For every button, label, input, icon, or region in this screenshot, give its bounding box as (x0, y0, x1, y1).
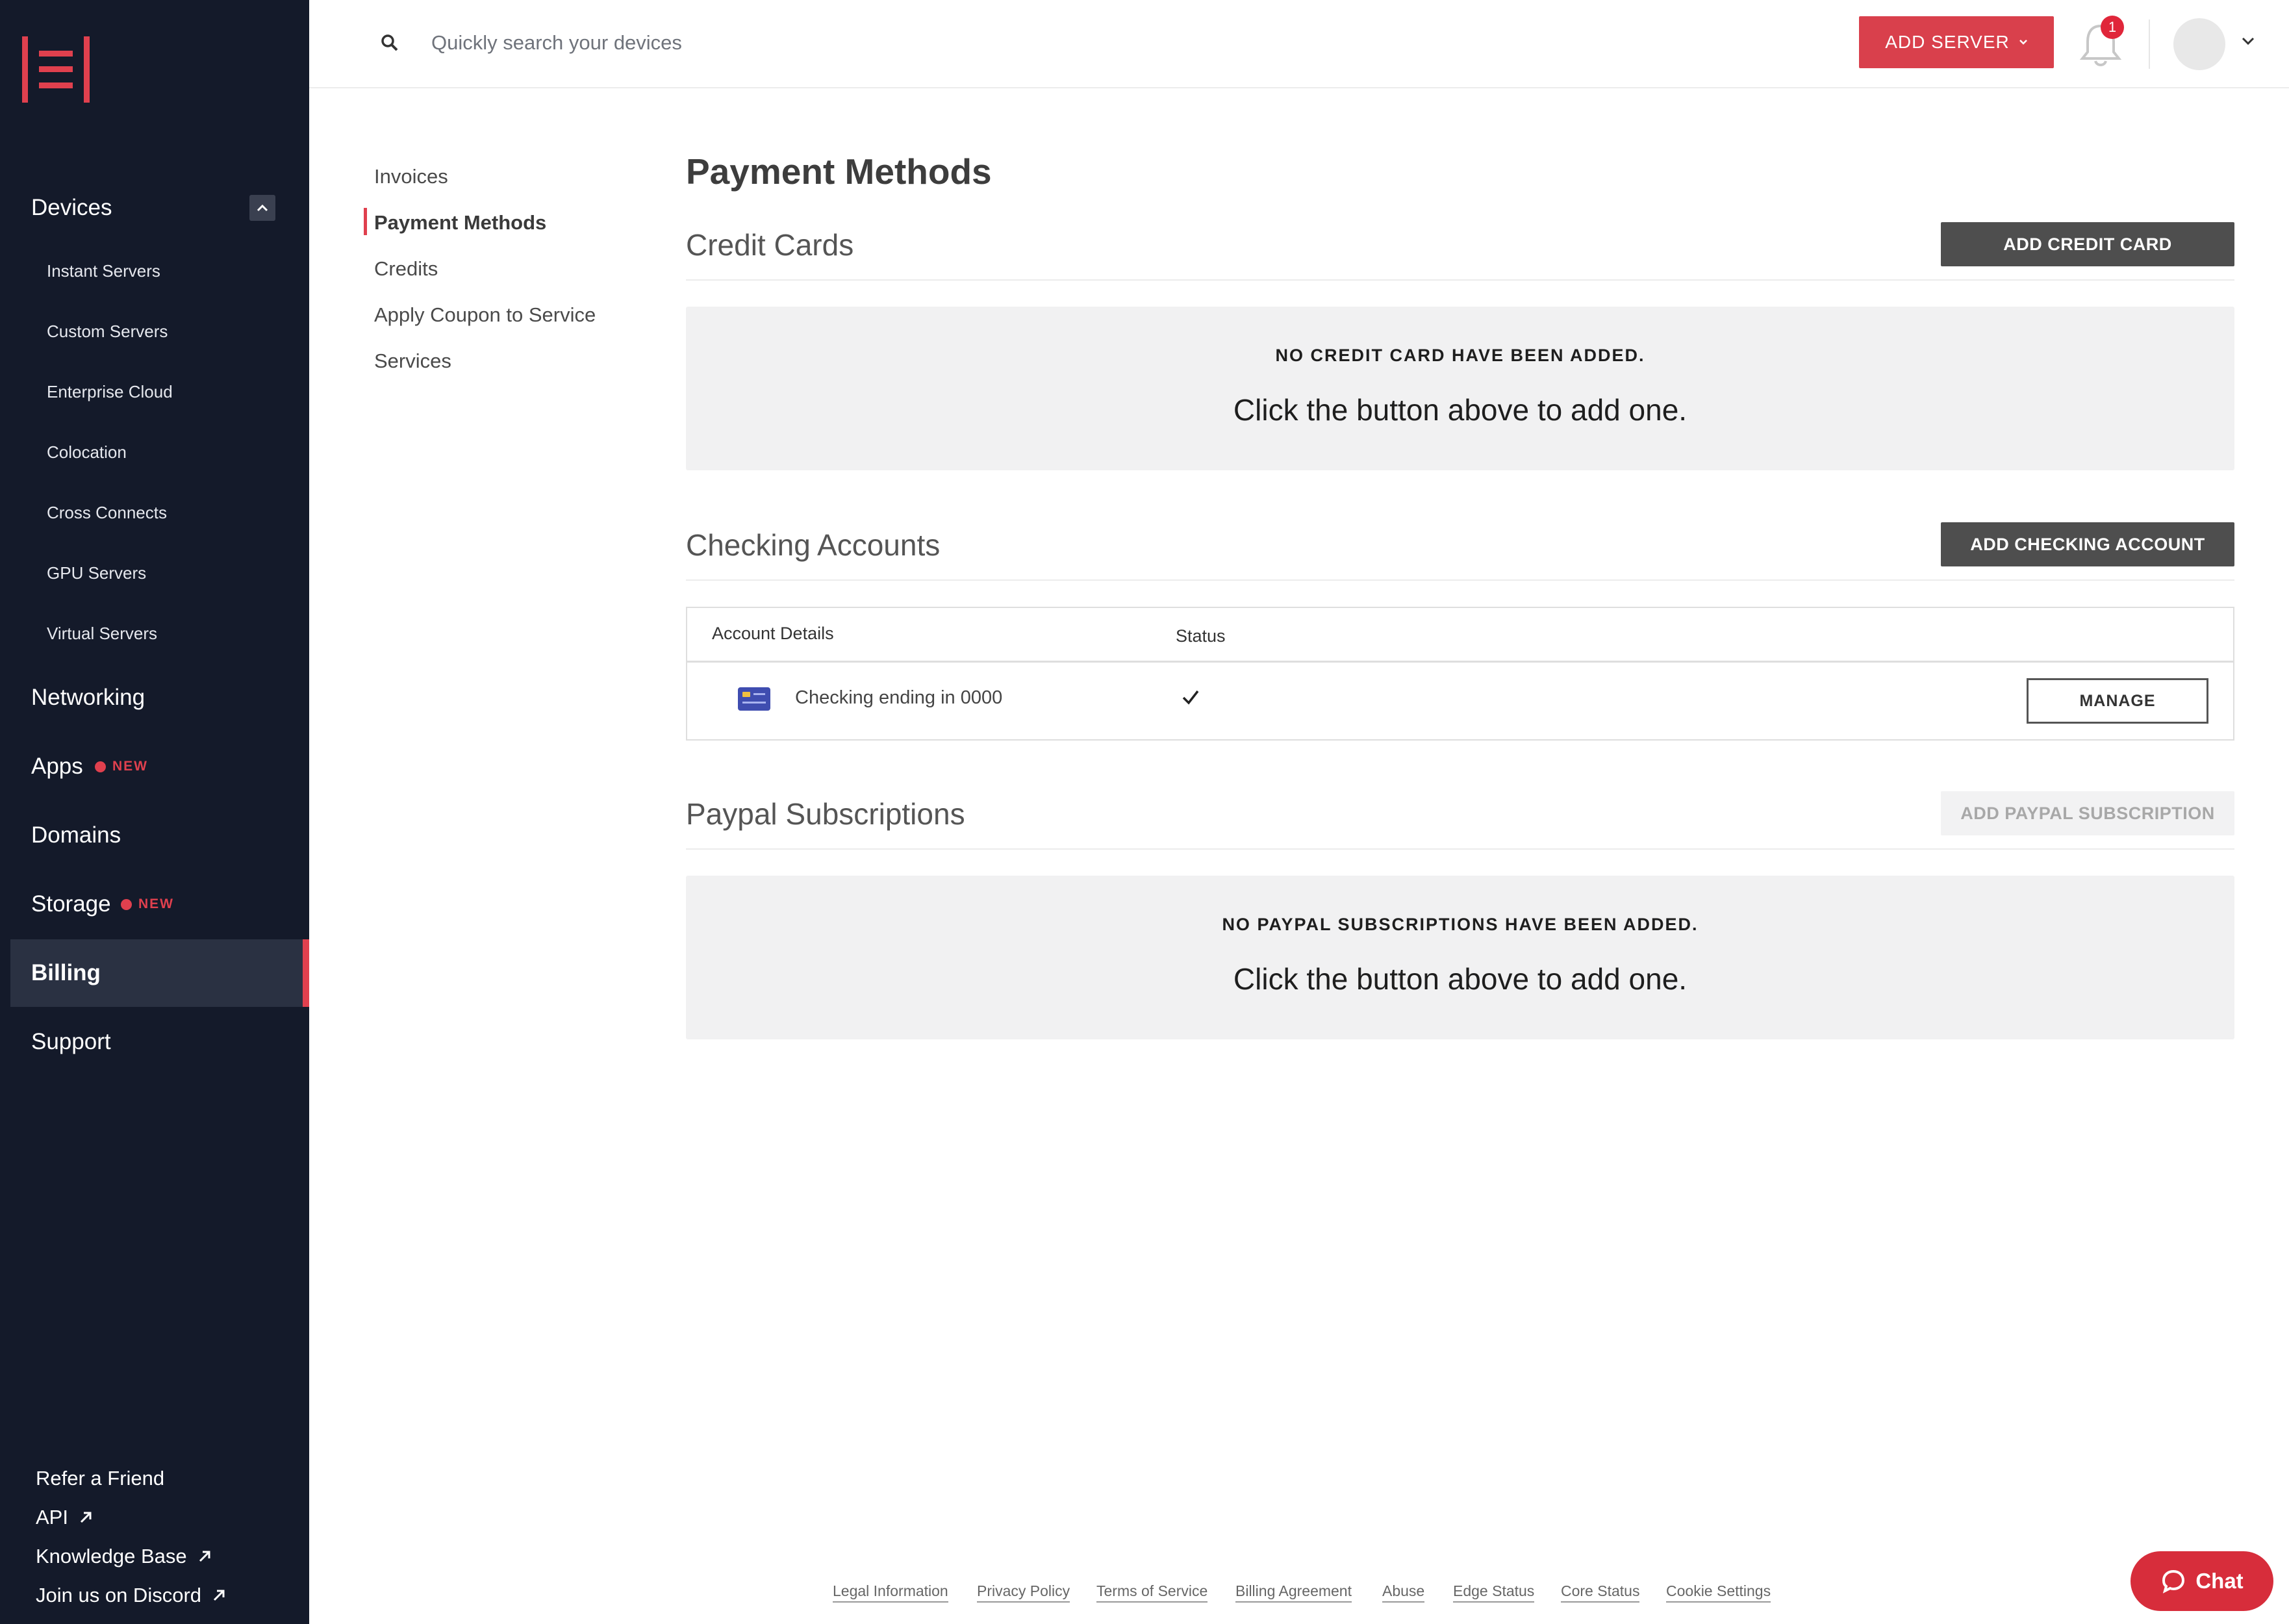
subnav-item-credits[interactable]: Credits (374, 257, 438, 281)
sidebar-item-label: Devices (31, 195, 112, 220)
sidebar-item-label: Support (31, 1029, 111, 1054)
chevron-down-icon[interactable] (2241, 36, 2255, 45)
sidebar-item-label: Domains (31, 822, 121, 848)
column-header-account-details: Account Details (712, 624, 834, 643)
add-server-button[interactable]: ADD SERVER (1859, 16, 2054, 68)
search-input[interactable] (431, 23, 1016, 62)
checkmark-icon (1182, 690, 1199, 705)
section-divider (686, 579, 2234, 581)
subnav-item-payment-methods[interactable]: Payment Methods (374, 211, 546, 235)
external-link-icon (80, 1512, 92, 1523)
chat-button[interactable]: Chat (2131, 1551, 2273, 1611)
empty-state-text: Click the button above to add one. (1233, 962, 1688, 996)
sidebar-item-instant-servers[interactable]: Instant Servers (47, 261, 160, 281)
external-link-icon (199, 1551, 210, 1562)
checking-accounts-table: Account Details Status Checking ending i… (686, 607, 2234, 741)
topbar: ADD SERVER 1 (309, 0, 2289, 88)
new-badge: NEW (121, 896, 174, 912)
sidebar-item-domains[interactable]: Domains (0, 820, 309, 851)
sidebar-item-support[interactable]: Support (0, 1026, 309, 1058)
sidebar-item-apps[interactable]: Apps (0, 751, 309, 782)
notification-count-badge: 1 (2101, 16, 2124, 39)
paypal-subscriptions-title: Paypal Subscriptions (686, 797, 965, 831)
search-icon (381, 34, 398, 51)
external-link-icon (213, 1590, 225, 1601)
knowledge-base-link[interactable]: Knowledge Base (36, 1545, 212, 1568)
section-divider (686, 279, 2234, 281)
sidebar-item-custom-servers[interactable]: Custom Servers (47, 322, 168, 342)
sidebar-item-billing[interactable]: Billing (0, 958, 309, 989)
column-header-status: Status (1176, 626, 1226, 646)
empty-state-title: NO CREDIT CARD HAVE BEEN ADDED. (1275, 346, 1645, 365)
subnav-item-apply-coupon[interactable]: Apply Coupon to Service (374, 303, 596, 327)
sidebar: Devices Instant Servers Custom Servers E… (0, 0, 309, 1624)
credit-cards-empty-state: NO CREDIT CARD HAVE BEEN ADDED. Click th… (686, 307, 2234, 470)
discord-link[interactable]: Join us on Discord (36, 1584, 226, 1607)
refer-a-friend-link[interactable]: Refer a Friend (36, 1467, 164, 1490)
manage-button[interactable]: MANAGE (2027, 678, 2208, 724)
section-divider (686, 848, 2234, 850)
divider (2149, 19, 2150, 69)
sidebar-item-gpu-servers[interactable]: GPU Servers (47, 563, 146, 583)
add-paypal-subscription-button[interactable]: ADD PAYPAL SUBSCRIPTION (1941, 791, 2234, 835)
footer-link-billing-agreement[interactable]: Billing Agreement (1235, 1582, 1352, 1603)
footer-link-terms[interactable]: Terms of Service (1096, 1582, 1208, 1603)
paypal-empty-state: NO PAYPAL SUBSCRIPTIONS HAVE BEEN ADDED.… (686, 876, 2234, 1039)
sidebar-item-cross-connects[interactable]: Cross Connects (47, 503, 167, 523)
bank-card-icon (738, 687, 770, 711)
sidebar-item-enterprise-cloud[interactable]: Enterprise Cloud (47, 382, 173, 402)
chevron-down-icon (2019, 40, 2027, 45)
api-link[interactable]: API (36, 1506, 93, 1529)
subnav-item-invoices[interactable]: Invoices (374, 165, 448, 188)
sidebar-item-label: Billing (31, 960, 101, 985)
sidebar-item-label: Apps (31, 754, 83, 779)
add-checking-account-button[interactable]: ADD CHECKING ACCOUNT (1941, 522, 2234, 566)
empty-state-title: NO PAYPAL SUBSCRIPTIONS HAVE BEEN ADDED. (1222, 915, 1699, 934)
collapse-devices-button[interactable] (249, 195, 275, 221)
avatar[interactable] (2173, 18, 2225, 70)
footer-link-privacy[interactable]: Privacy Policy (977, 1582, 1070, 1603)
subnav-active-indicator (364, 208, 367, 235)
add-credit-card-button[interactable]: ADD CREDIT CARD (1941, 222, 2234, 266)
page-title: Payment Methods (686, 151, 992, 192)
new-badge: NEW (95, 759, 148, 774)
sidebar-item-label: Networking (31, 685, 145, 710)
footer-link-edge-status[interactable]: Edge Status (1453, 1582, 1535, 1603)
sidebar-item-networking[interactable]: Networking (0, 682, 309, 713)
sidebar-item-label: Storage (31, 891, 111, 917)
footer-link-legal[interactable]: Legal Information (833, 1582, 948, 1603)
subnav-item-services[interactable]: Services (374, 349, 451, 373)
new-dot-icon (121, 898, 132, 910)
sidebar-item-colocation[interactable]: Colocation (47, 442, 127, 463)
checking-accounts-title: Checking Accounts (686, 528, 941, 562)
table-header: Account Details Status (687, 608, 2233, 663)
footer-link-cookie-settings[interactable]: Cookie Settings (1666, 1582, 1771, 1603)
account-label: Checking ending in 0000 (795, 687, 1003, 708)
chevron-up-icon (257, 204, 268, 212)
empty-state-text: Click the button above to add one. (1233, 393, 1688, 427)
new-dot-icon (95, 761, 106, 772)
credit-cards-title: Credit Cards (686, 228, 854, 262)
logo-icon[interactable] (22, 36, 90, 103)
footer-link-core-status[interactable]: Core Status (1561, 1582, 1640, 1603)
sidebar-item-virtual-servers[interactable]: Virtual Servers (47, 624, 157, 644)
chat-bubble-icon (2162, 1569, 2185, 1593)
footer-link-abuse[interactable]: Abuse (1382, 1582, 1425, 1603)
